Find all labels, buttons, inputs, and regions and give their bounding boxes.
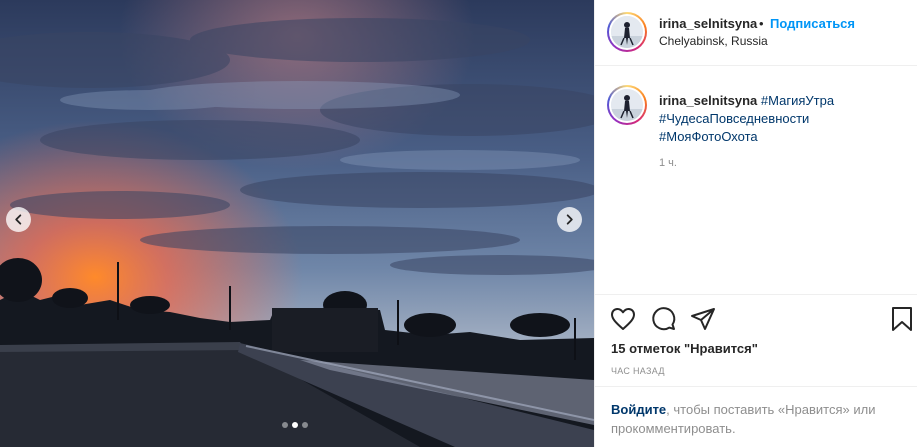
chevron-left-icon: [15, 214, 22, 225]
avatar[interactable]: [607, 85, 647, 125]
share-button[interactable]: [689, 305, 717, 333]
save-button[interactable]: [888, 305, 916, 333]
hashtag-link[interactable]: #МояФотоОхота: [659, 129, 758, 144]
comment-button[interactable]: [649, 305, 677, 333]
chevron-right-icon: [566, 214, 573, 225]
login-link[interactable]: Войдите: [611, 402, 666, 417]
avatar[interactable]: [607, 12, 647, 52]
like-button[interactable]: [609, 305, 637, 333]
separator-dot: •: [759, 16, 764, 31]
caption-username[interactable]: irina_selnitsyna: [659, 93, 757, 108]
profile-picture-icon: [611, 16, 643, 48]
carousel-dot: [292, 422, 298, 428]
post-location[interactable]: Chelyabinsk, Russia: [659, 34, 768, 48]
caption-text: irina_selnitsyna #МагияУтра #ЧудесаПовсе…: [659, 92, 899, 146]
post-photo[interactable]: [0, 0, 594, 447]
paper-plane-icon: [691, 308, 715, 330]
next-slide-button[interactable]: [557, 207, 582, 232]
post-author-username[interactable]: irina_selnitsyna: [659, 16, 757, 31]
caption-time[interactable]: 1 ч.: [659, 157, 677, 169]
divider: [595, 386, 917, 387]
carousel-dot: [302, 422, 308, 428]
hashtag-link[interactable]: #ЧудесаПовседневности: [659, 111, 809, 126]
previous-slide-button[interactable]: [6, 207, 31, 232]
bookmark-icon: [892, 307, 912, 331]
post-timestamp[interactable]: ЧАС НАЗАД: [611, 366, 665, 376]
likes-count[interactable]: 15 отметок "Нравится": [611, 341, 758, 356]
post-header: irina_selnitsyna • Подписаться Chelyabin…: [595, 0, 917, 66]
carousel-dot: [282, 422, 288, 428]
heart-icon: [611, 308, 635, 330]
follow-button[interactable]: Подписаться: [770, 16, 855, 31]
profile-picture-icon: [611, 89, 643, 121]
comment-bubble-icon: [652, 307, 676, 331]
divider: [595, 294, 917, 295]
post-details-panel: irina_selnitsyna • Подписаться Chelyabin…: [594, 0, 917, 447]
login-prompt: Войдите, чтобы поставить «Нравится» или …: [611, 400, 907, 438]
carousel-indicator: [282, 422, 308, 428]
sunset-photo: [0, 0, 594, 447]
hashtag-link[interactable]: #МагияУтра: [761, 93, 834, 108]
